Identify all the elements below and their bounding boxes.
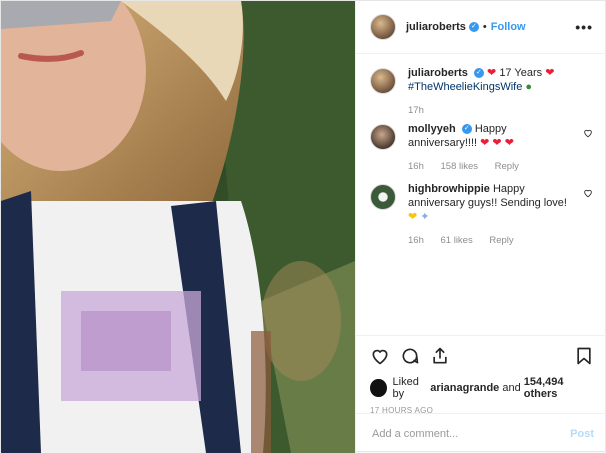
caption-row: juliaroberts ✓ ❤ 17 Years ❤ #TheWheelieK… (370, 66, 593, 118)
comment-row: mollyyeh ✓ Happy anniversary!!!! ❤ ❤ ❤ 1… (370, 122, 593, 174)
comments-list: juliaroberts ✓ ❤ 17 Years ❤ #TheWheelieK… (356, 54, 606, 346)
separator-dot: • (482, 21, 487, 33)
comment-icon[interactable] (400, 346, 420, 366)
comment-time[interactable]: 16h (408, 161, 424, 172)
turtle-emoji-icon: ● (525, 81, 533, 93)
instagram-post: juliaroberts ✓ • Follow ••• juliaroberts… (0, 0, 606, 453)
heart-emoji-icon: ❤ (545, 67, 555, 79)
comment-username[interactable]: mollyyeh (408, 123, 456, 135)
liker-avatar[interactable] (370, 379, 387, 397)
verified-icon: ✓ (468, 22, 479, 32)
post-comment-button[interactable]: Post (570, 428, 594, 440)
caption-text: 17 Years (499, 67, 543, 79)
post-sidebar: juliaroberts ✓ • Follow ••• juliaroberts… (355, 1, 606, 453)
heart-icon[interactable] (370, 346, 390, 366)
avatar[interactable] (370, 184, 396, 210)
hashtag-link[interactable]: #TheWheelieKingsWife (408, 81, 522, 93)
post-header: juliaroberts ✓ • Follow ••• (356, 1, 606, 54)
verified-icon: ✓ (461, 124, 472, 135)
post-photo[interactable] (1, 1, 355, 453)
comment-username[interactable]: highbrowhippie (408, 183, 490, 195)
avatar[interactable] (370, 14, 396, 40)
post-actions: Liked by arianagrande and 154,494 others… (356, 335, 606, 415)
likes-summary: Liked by arianagrande and 154,494 others (370, 376, 594, 400)
like-comment-icon[interactable] (583, 188, 593, 198)
photo-image (1, 1, 355, 453)
heart-emoji-icon: ❤ ❤ ❤ (480, 137, 514, 149)
header-username[interactable]: juliaroberts (406, 21, 466, 33)
likes-count[interactable]: 154,494 others (524, 376, 594, 400)
likes-and: and (499, 382, 524, 394)
more-options-icon[interactable]: ••• (575, 19, 593, 35)
comment-input[interactable] (370, 426, 571, 441)
caption-time[interactable]: 17h (408, 105, 424, 116)
verified-icon: ✓ (473, 68, 484, 79)
comment-likes[interactable]: 61 likes (441, 235, 473, 246)
avatar[interactable] (370, 124, 396, 150)
sparkles-emoji-icon: ✦ (420, 211, 430, 223)
comment-likes[interactable]: 158 likes (441, 161, 479, 172)
avatar[interactable] (370, 68, 396, 94)
yellow-heart-emoji-icon: ❤ (408, 211, 418, 223)
follow-button[interactable]: Follow (491, 21, 526, 33)
like-comment-icon[interactable] (583, 128, 593, 138)
reply-button[interactable]: Reply (495, 161, 519, 172)
caption-username[interactable]: juliaroberts (408, 67, 468, 79)
reply-button[interactable]: Reply (489, 235, 513, 246)
likes-prefix: Liked by (392, 376, 419, 400)
bookmark-icon[interactable] (574, 346, 594, 366)
share-icon[interactable] (430, 346, 450, 366)
comment-row: highbrowhippie Happy anniversary guys!! … (370, 182, 593, 248)
comment-time[interactable]: 16h (408, 235, 424, 246)
add-comment-bar: Post (356, 413, 606, 453)
liker-username[interactable]: arianagrande (430, 382, 499, 394)
heart-emoji-icon: ❤ (487, 67, 497, 79)
